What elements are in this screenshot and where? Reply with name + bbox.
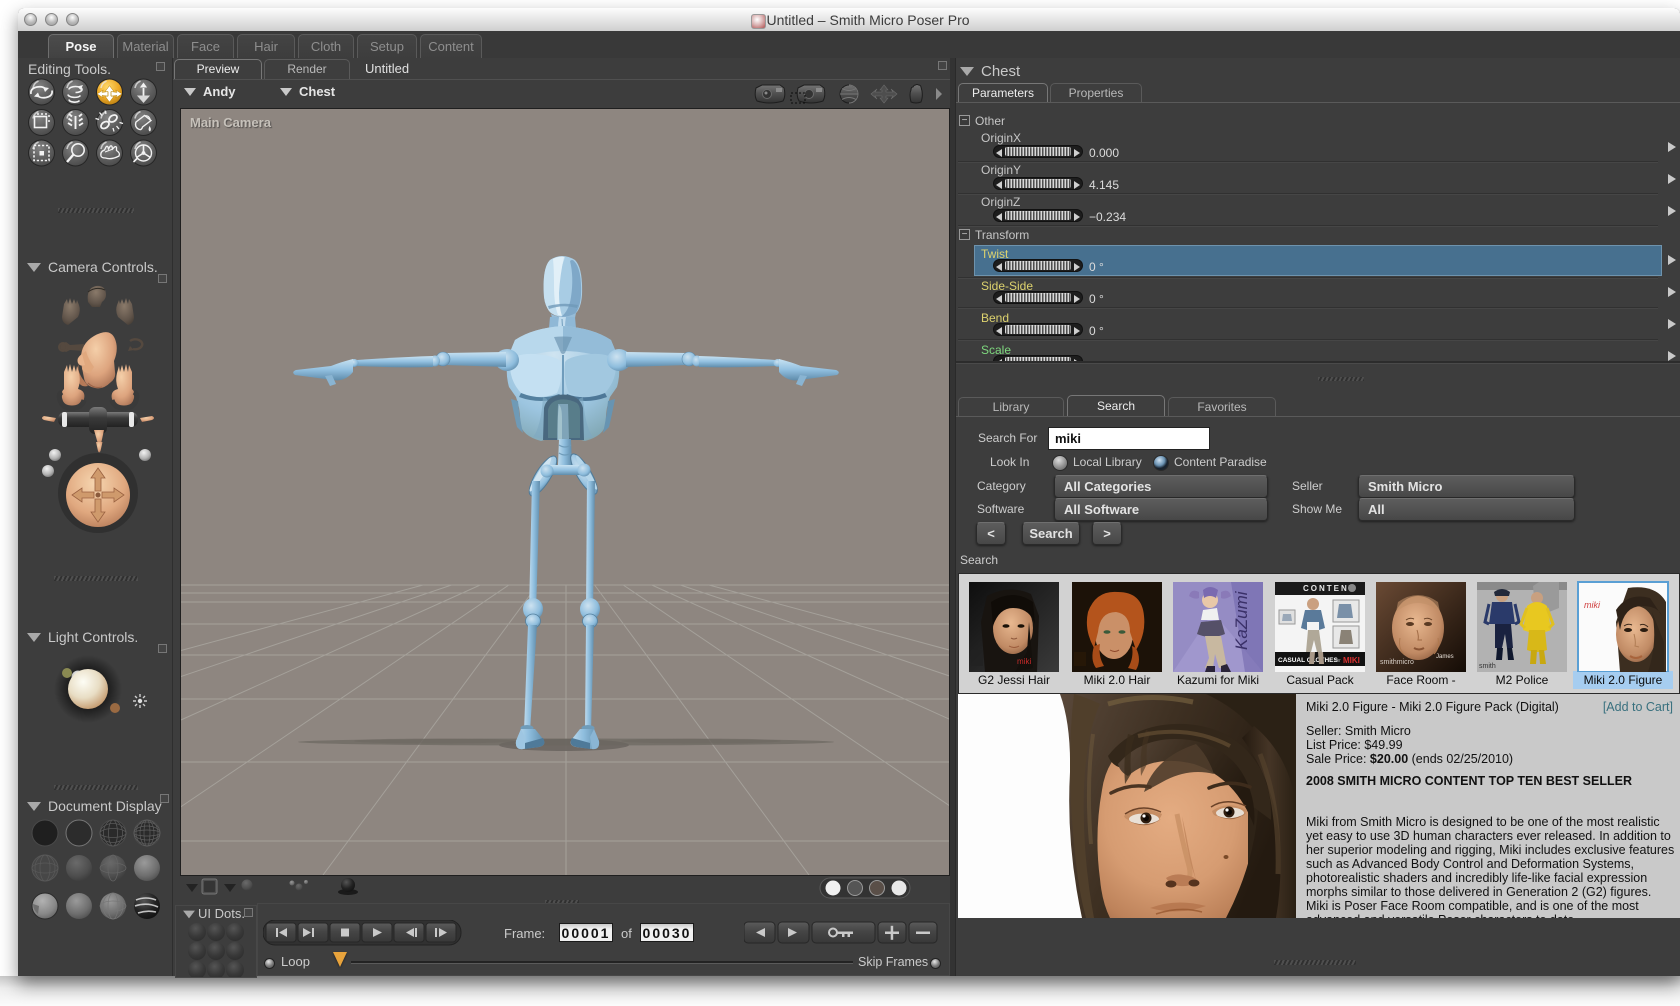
svg-text:miki: miki	[1584, 600, 1601, 610]
svg-text:CONTENT: CONTENT	[1303, 584, 1356, 593]
svg-text:smith: smith	[1479, 663, 1496, 670]
svg-text:CASUAL CLOTHES: CASUAL CLOTHES	[1278, 657, 1338, 664]
svg-text:smithmicro: smithmicro	[1380, 659, 1414, 666]
svg-text:James: James	[1436, 654, 1454, 660]
svg-text:for: for	[1335, 658, 1341, 664]
svg-text:miki: miki	[1017, 657, 1031, 666]
svg-text:MIKI: MIKI	[1343, 656, 1360, 665]
svg-text:KaZumi: KaZumi	[1232, 590, 1251, 650]
